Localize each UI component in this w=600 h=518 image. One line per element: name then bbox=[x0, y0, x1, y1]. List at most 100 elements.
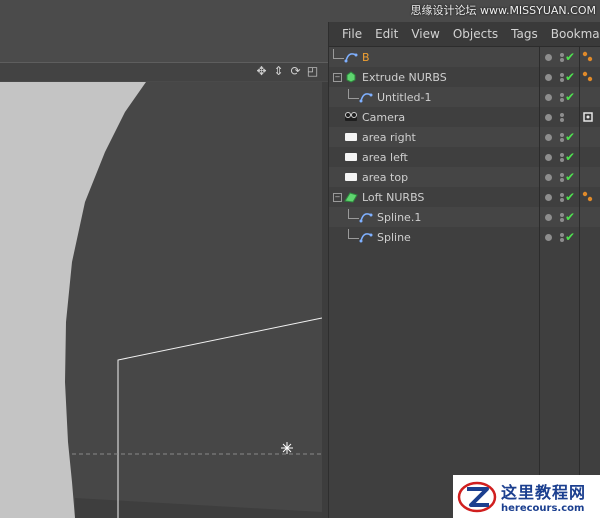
render-visibility-dot[interactable] bbox=[560, 77, 564, 82]
object-label[interactable]: area right bbox=[362, 131, 416, 144]
visibility-toggle[interactable] bbox=[560, 52, 564, 62]
collapse-toggle-icon[interactable]: − bbox=[333, 192, 342, 202]
object-row[interactable]: − Loft NURBS ✔ bbox=[329, 187, 600, 207]
extrude-nurbs-icon bbox=[344, 71, 358, 83]
editor-visibility-dot[interactable] bbox=[560, 132, 564, 137]
watermark-cn: 这里教程网 bbox=[501, 483, 587, 502]
object-label[interactable]: Spline bbox=[377, 231, 411, 244]
watermark-logo-icon bbox=[457, 481, 497, 512]
object-name-cell: − Extrude NURBS bbox=[329, 67, 543, 87]
menu-edit[interactable]: Edit bbox=[375, 27, 398, 41]
render-visibility-dot[interactable] bbox=[560, 117, 564, 122]
object-name-cell: area left bbox=[329, 147, 543, 167]
visibility-toggle[interactable] bbox=[560, 172, 564, 182]
menu-file[interactable]: File bbox=[342, 27, 362, 41]
visibility-toggle[interactable] bbox=[560, 152, 564, 162]
enabled-check-icon[interactable]: ✔ bbox=[565, 151, 575, 163]
viewport-canvas[interactable] bbox=[0, 82, 322, 518]
render-visibility-dot[interactable] bbox=[560, 137, 564, 142]
layer-dot[interactable] bbox=[545, 93, 552, 101]
phong-tag-icon[interactable] bbox=[582, 67, 594, 87]
object-row[interactable]: Untitled-1 ✔ bbox=[329, 87, 600, 107]
layer-dot[interactable] bbox=[545, 213, 552, 221]
render-visibility-dot[interactable] bbox=[560, 217, 564, 222]
object-row[interactable]: Spline.1 ✔ bbox=[329, 207, 600, 227]
tree-indent bbox=[348, 89, 359, 99]
visibility-toggle[interactable] bbox=[560, 132, 564, 142]
zoom-view-icon[interactable]: ⇕ bbox=[271, 64, 286, 79]
object-flags: ✔ bbox=[545, 167, 575, 187]
object-label[interactable]: area left bbox=[362, 151, 408, 164]
editor-visibility-dot[interactable] bbox=[560, 52, 564, 57]
light-icon bbox=[344, 151, 358, 163]
object-row[interactable]: area top ✔ bbox=[329, 167, 600, 187]
editor-visibility-dot[interactable] bbox=[560, 112, 564, 117]
render-visibility-dot[interactable] bbox=[560, 57, 564, 62]
render-visibility-dot[interactable] bbox=[560, 177, 564, 182]
target-tag-icon[interactable] bbox=[582, 107, 594, 127]
layer-dot[interactable] bbox=[545, 113, 552, 121]
layer-dot[interactable] bbox=[545, 53, 552, 61]
object-flags: ✔ bbox=[545, 47, 575, 67]
enabled-check-icon[interactable]: ✔ bbox=[565, 191, 575, 203]
object-flags: ✔ bbox=[545, 147, 575, 167]
rotate-view-icon[interactable]: ⟳ bbox=[288, 64, 303, 79]
enabled-check-icon[interactable]: ✔ bbox=[565, 91, 575, 103]
menu-objects[interactable]: Objects bbox=[453, 27, 498, 41]
layer-dot[interactable] bbox=[545, 73, 552, 81]
object-label[interactable]: Loft NURBS bbox=[362, 191, 424, 204]
editor-visibility-dot[interactable] bbox=[560, 232, 564, 237]
column-separator bbox=[539, 47, 540, 518]
object-row[interactable]: area left ✔ bbox=[329, 147, 600, 167]
editor-visibility-dot[interactable] bbox=[560, 152, 564, 157]
layer-dot[interactable] bbox=[545, 133, 552, 141]
enabled-check-icon[interactable]: ✔ bbox=[565, 51, 575, 63]
toggle-view-icon[interactable]: ◰ bbox=[305, 64, 320, 79]
layer-dot[interactable] bbox=[545, 153, 552, 161]
menu-tags[interactable]: Tags bbox=[511, 27, 538, 41]
visibility-toggle[interactable] bbox=[560, 212, 564, 222]
editor-visibility-dot[interactable] bbox=[560, 172, 564, 177]
move-view-icon[interactable]: ✥ bbox=[254, 64, 269, 79]
editor-visibility-dot[interactable] bbox=[560, 212, 564, 217]
layer-dot[interactable] bbox=[545, 193, 552, 201]
visibility-toggle[interactable] bbox=[560, 112, 564, 122]
editor-visibility-dot[interactable] bbox=[560, 92, 564, 97]
menu-bookmarks[interactable]: Bookmarks bbox=[551, 27, 600, 41]
visibility-toggle[interactable] bbox=[560, 232, 564, 242]
visibility-toggle[interactable] bbox=[560, 92, 564, 102]
render-visibility-dot[interactable] bbox=[560, 157, 564, 162]
phong-tag-icon[interactable] bbox=[582, 47, 594, 67]
enabled-check-icon[interactable]: ✔ bbox=[565, 211, 575, 223]
object-manager-menu: File Edit View Objects Tags Bookmarks bbox=[329, 22, 600, 47]
render-visibility-dot[interactable] bbox=[560, 97, 564, 102]
enabled-check-icon[interactable]: ✔ bbox=[565, 171, 575, 183]
object-row[interactable]: − Extrude NURBS ✔ bbox=[329, 67, 600, 87]
object-row[interactable]: Camera bbox=[329, 107, 600, 127]
menu-view[interactable]: View bbox=[411, 27, 439, 41]
layer-dot[interactable] bbox=[545, 173, 552, 181]
object-row[interactable]: B ✔ bbox=[329, 47, 600, 67]
object-label[interactable]: Extrude NURBS bbox=[362, 71, 447, 84]
visibility-toggle[interactable] bbox=[560, 72, 564, 82]
enabled-check-icon[interactable]: ✔ bbox=[565, 231, 575, 243]
object-row[interactable]: area right ✔ bbox=[329, 127, 600, 147]
object-label[interactable]: area top bbox=[362, 171, 408, 184]
visibility-toggle[interactable] bbox=[560, 192, 564, 202]
object-label[interactable]: B bbox=[362, 51, 370, 64]
phong-tag-icon[interactable] bbox=[582, 187, 594, 207]
enabled-check-icon[interactable]: ✔ bbox=[565, 131, 575, 143]
editor-visibility-dot[interactable] bbox=[560, 192, 564, 197]
editor-visibility-dot[interactable] bbox=[560, 72, 564, 77]
object-label[interactable]: Spline.1 bbox=[377, 211, 421, 224]
enabled-check-icon[interactable]: ✔ bbox=[565, 71, 575, 83]
object-label[interactable]: Camera bbox=[362, 111, 405, 124]
object-list: B ✔ − Extrude NURBS ✔ Untitled-1 ✔ Camera area r… bbox=[329, 47, 600, 247]
layer-dot[interactable] bbox=[545, 233, 552, 241]
render-visibility-dot[interactable] bbox=[560, 197, 564, 202]
collapse-toggle-icon[interactable]: − bbox=[333, 72, 342, 82]
object-label[interactable]: Untitled-1 bbox=[377, 91, 431, 104]
object-row[interactable]: Spline ✔ bbox=[329, 227, 600, 247]
render-visibility-dot[interactable] bbox=[560, 237, 564, 242]
object-name-cell: area top bbox=[329, 167, 543, 187]
